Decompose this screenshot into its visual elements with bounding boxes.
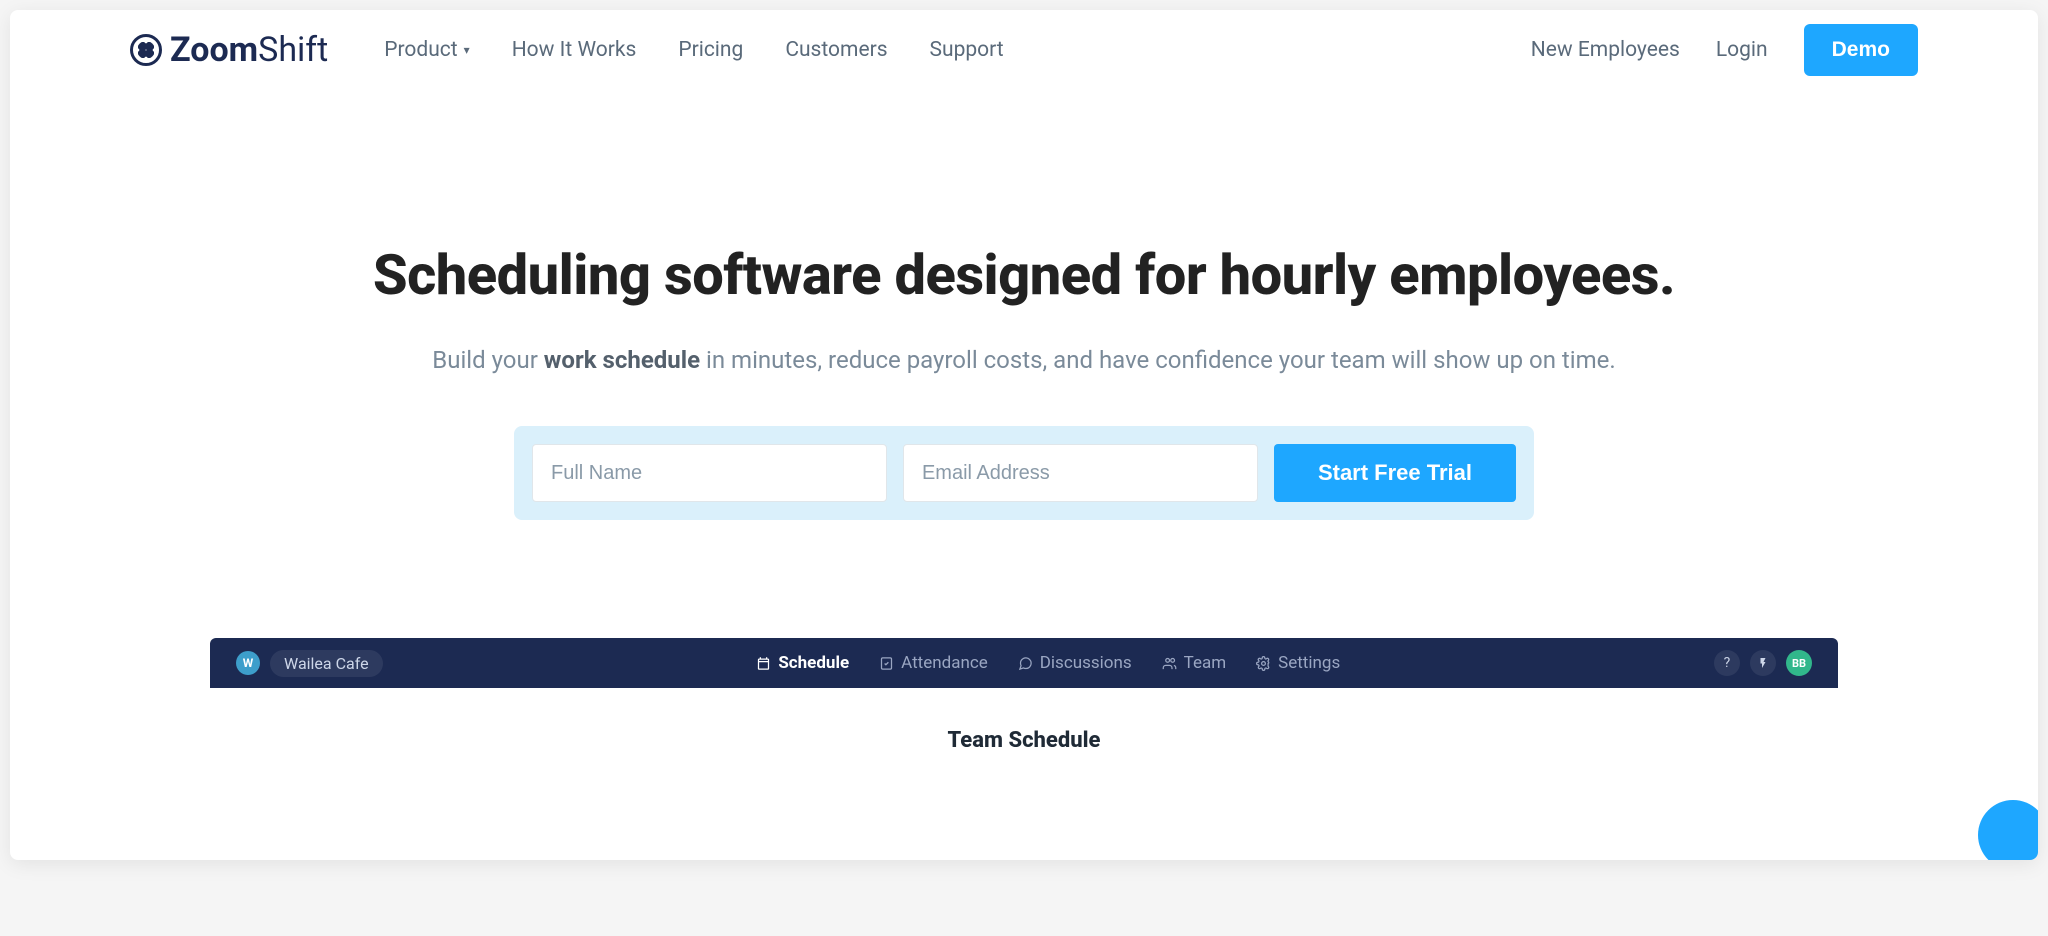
workspace-name[interactable]: Wailea Cafe <box>270 650 383 677</box>
nav-product-label: Product <box>384 38 457 62</box>
full-name-input[interactable] <box>532 444 887 502</box>
floating-action-button[interactable] <box>1978 800 2038 860</box>
start-free-trial-button[interactable]: Start Free Trial <box>1274 444 1516 502</box>
hero-headline: Scheduling software designed for hourly … <box>50 240 1998 310</box>
nav-support[interactable]: Support <box>930 38 1004 62</box>
nav-new-employees[interactable]: New Employees <box>1531 38 1680 62</box>
checklist-icon <box>879 656 894 671</box>
signup-form: Start Free Trial <box>514 426 1534 520</box>
tab-team[interactable]: Team <box>1162 653 1227 673</box>
tab-attendance[interactable]: Attendance <box>879 653 988 673</box>
nav-product[interactable]: Product ▾ <box>384 38 469 62</box>
bolt-icon[interactable] <box>1750 650 1776 676</box>
gear-icon <box>1256 656 1271 671</box>
logo[interactable]: ZoomShift <box>130 30 328 70</box>
calendar-icon <box>756 656 771 671</box>
app-sub-heading: Team Schedule <box>210 688 1838 753</box>
app-preview: W Wailea Cafe Schedule Attendance Discus… <box>210 638 1838 753</box>
nav-customers[interactable]: Customers <box>785 38 887 62</box>
logo-text-thin: Shift <box>258 30 328 70</box>
demo-button[interactable]: Demo <box>1804 24 1918 76</box>
chevron-down-icon: ▾ <box>464 43 470 57</box>
nav-pricing[interactable]: Pricing <box>678 38 743 62</box>
tab-schedule[interactable]: Schedule <box>756 653 849 673</box>
hero-subtext: Build your work schedule in minutes, red… <box>50 342 1998 378</box>
logo-text-bold: Zoom <box>170 30 258 70</box>
tab-discussions[interactable]: Discussions <box>1018 653 1132 673</box>
team-icon <box>1162 656 1177 671</box>
nav-how-it-works[interactable]: How It Works <box>512 38 637 62</box>
logo-icon <box>130 34 162 66</box>
chat-icon <box>1018 656 1033 671</box>
workspace-avatar[interactable]: W <box>236 651 260 675</box>
nav-login[interactable]: Login <box>1716 38 1768 62</box>
user-avatar[interactable]: BB <box>1786 650 1812 676</box>
email-input[interactable] <box>903 444 1258 502</box>
tab-settings[interactable]: Settings <box>1256 653 1340 673</box>
help-icon[interactable]: ? <box>1714 650 1740 676</box>
